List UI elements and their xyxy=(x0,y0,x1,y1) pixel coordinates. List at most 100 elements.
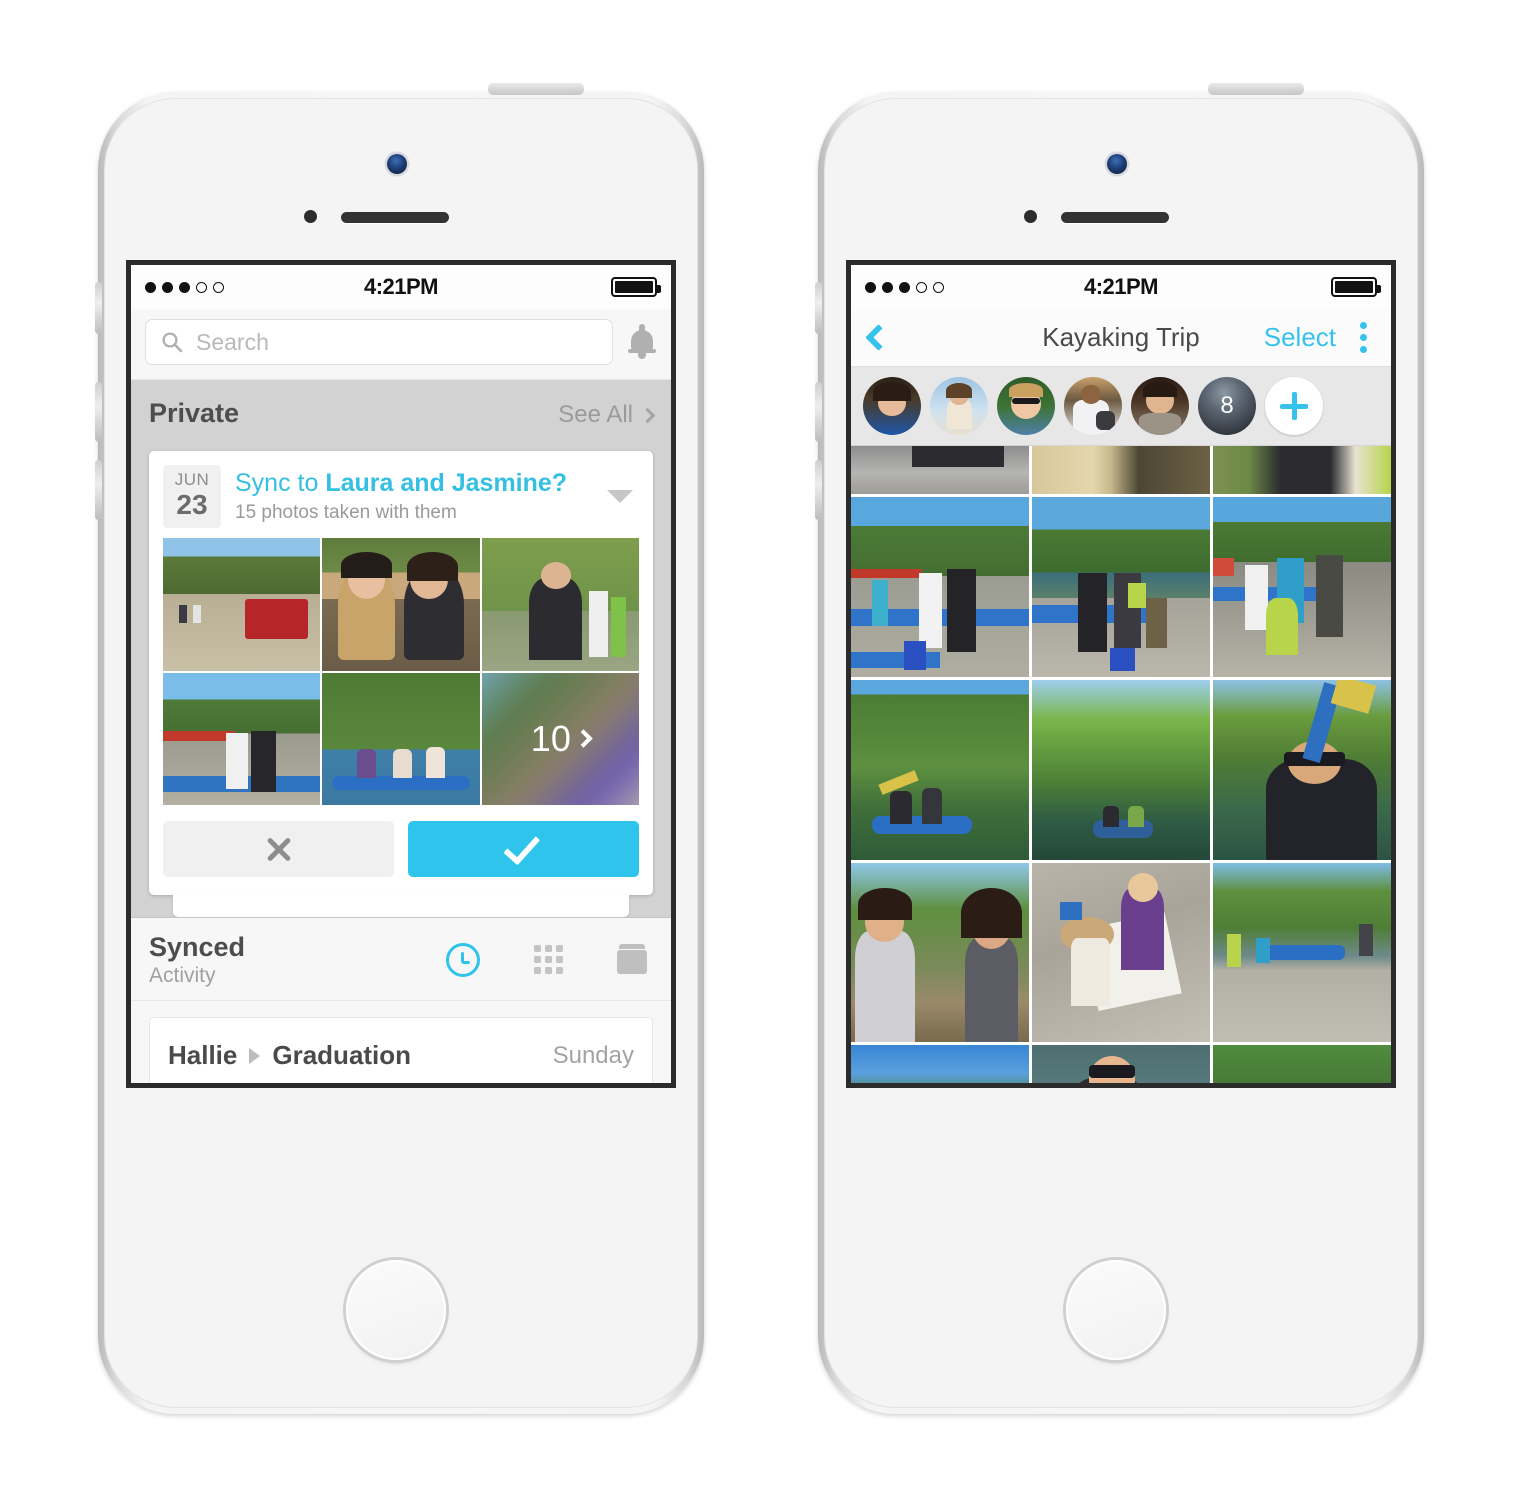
bell-icon[interactable] xyxy=(627,324,657,359)
add-member-button[interactable] xyxy=(1265,377,1323,435)
avatar[interactable] xyxy=(1131,377,1189,435)
overflow-count-label: 8 xyxy=(1220,392,1234,419)
sync-photo-thumb[interactable] xyxy=(163,672,321,805)
sync-title-names: Laura and Jasmine? xyxy=(325,469,568,498)
album-photo[interactable] xyxy=(851,679,1029,860)
sync-photo-thumb[interactable] xyxy=(322,538,480,671)
avatar-overflow-count[interactable]: 8 xyxy=(1198,377,1256,435)
screen-right: 4:21PM Kayaking Trip Select 8 xyxy=(846,260,1396,1088)
more-photos-count: 10 xyxy=(530,717,571,759)
status-clock-left: 4:21PM xyxy=(363,274,439,299)
private-title: Private xyxy=(149,398,240,428)
member-avatar-row: 8 xyxy=(851,367,1391,446)
activity-day: Sunday xyxy=(552,1041,634,1069)
volume-up-button-right[interactable] xyxy=(815,382,822,442)
dismiss-sync-button[interactable] xyxy=(163,820,394,877)
sync-card-wrapper: JUN 23 Sync to Laura and Jasmine? 15 pho… xyxy=(131,439,671,917)
sync-card-title: Sync to Laura and Jasmine? xyxy=(235,468,593,499)
album-photo-grid xyxy=(851,446,1391,1083)
synced-title: Synced xyxy=(149,931,246,962)
home-button-left[interactable] xyxy=(346,1260,446,1360)
sync-card-header: JUN 23 Sync to Laura and Jasmine? 15 pho… xyxy=(149,451,653,538)
album-photo[interactable] xyxy=(1213,497,1391,677)
accept-sync-button[interactable] xyxy=(408,820,639,877)
box-stack-icon[interactable] xyxy=(617,943,647,976)
clock-icon[interactable] xyxy=(446,942,480,977)
mute-switch-right[interactable] xyxy=(815,282,822,334)
proximity-sensor-right xyxy=(1024,210,1037,223)
album-photo[interactable] xyxy=(1213,862,1391,1043)
avatar[interactable] xyxy=(863,377,921,435)
avatar[interactable] xyxy=(1064,377,1122,435)
next-card-peek xyxy=(173,894,629,917)
status-bar-left: 4:21PM xyxy=(131,265,671,309)
battery-icon-left xyxy=(611,277,661,297)
album-navbar: Kayaking Trip Select xyxy=(851,309,1391,367)
activity-owner: Hallie xyxy=(168,1040,238,1070)
screenshot-stage: 4:21PM Search Private See All JUN 23 Syn… xyxy=(0,0,1522,1504)
album-photo[interactable] xyxy=(851,446,1029,495)
album-photo[interactable] xyxy=(1032,679,1210,860)
album-photo[interactable] xyxy=(1213,679,1391,860)
more-photos-overlay: 10 xyxy=(482,673,639,805)
sync-card-photo-grid: 10 xyxy=(149,538,653,805)
sync-title-prefix: Sync to xyxy=(235,469,326,498)
kebab-menu-icon[interactable] xyxy=(1354,318,1373,357)
album-photo[interactable] xyxy=(1032,1045,1210,1083)
earpiece-speaker-right xyxy=(1061,212,1169,223)
power-button-right[interactable] xyxy=(1208,83,1304,95)
search-placeholder: Search xyxy=(196,328,269,355)
date-badge: JUN 23 xyxy=(163,465,221,529)
home-button-right[interactable] xyxy=(1066,1260,1166,1360)
date-month: JUN xyxy=(174,470,210,489)
checkmark-icon xyxy=(502,827,540,866)
volume-up-button-left[interactable] xyxy=(95,382,102,442)
activity-card[interactable]: Hallie Graduation Sunday xyxy=(149,1017,653,1083)
sync-photo-thumb[interactable] xyxy=(481,538,639,671)
sync-photo-more[interactable]: 10 xyxy=(481,672,639,805)
phone-device-right: 4:21PM Kayaking Trip Select 8 xyxy=(815,83,1424,1414)
album-photo[interactable] xyxy=(851,497,1029,677)
front-camera-right xyxy=(1107,154,1127,174)
sync-photo-thumb[interactable] xyxy=(163,538,321,671)
avatar[interactable] xyxy=(930,377,988,435)
power-button-left[interactable] xyxy=(488,83,584,95)
plus-icon xyxy=(1280,392,1308,420)
activity-card-header: Hallie Graduation Sunday xyxy=(150,1018,652,1083)
status-bar-right: 4:21PM xyxy=(851,265,1391,309)
chevron-right-icon xyxy=(574,729,593,748)
avatar[interactable] xyxy=(997,377,1055,435)
album-photo[interactable] xyxy=(1032,862,1210,1043)
sync-suggestion-card: JUN 23 Sync to Laura and Jasmine? 15 pho… xyxy=(149,451,653,895)
search-input[interactable]: Search xyxy=(145,319,613,365)
album-photo[interactable] xyxy=(1032,497,1210,677)
front-camera-left xyxy=(387,154,407,174)
battery-icon-right xyxy=(1331,277,1381,297)
status-clock-right: 4:21PM xyxy=(1083,274,1159,299)
mute-switch-left[interactable] xyxy=(95,282,102,334)
volume-down-button-right[interactable] xyxy=(815,460,822,520)
grid-icon[interactable] xyxy=(534,945,563,975)
album-photo[interactable] xyxy=(1032,446,1210,495)
album-photo[interactable] xyxy=(851,862,1029,1043)
album-photo[interactable] xyxy=(1213,446,1391,495)
caret-down-icon[interactable] xyxy=(607,490,633,504)
sync-photo-thumb[interactable] xyxy=(322,672,480,805)
screen-left: 4:21PM Search Private See All JUN 23 Syn… xyxy=(126,260,676,1088)
volume-down-button-left[interactable] xyxy=(95,460,102,520)
select-button[interactable]: Select xyxy=(1264,322,1336,353)
date-day: 23 xyxy=(176,488,208,520)
phone-device-left: 4:21PM Search Private See All JUN 23 Syn… xyxy=(95,83,704,1414)
album-photo[interactable] xyxy=(1213,1045,1391,1083)
chevron-right-icon xyxy=(639,407,656,423)
chevron-left-icon[interactable] xyxy=(865,324,892,351)
synced-section-header: Synced Activity xyxy=(131,916,671,1001)
synced-subtitle: Activity xyxy=(149,963,216,987)
search-bar-row: Search xyxy=(131,309,671,380)
see-all-button[interactable]: See All xyxy=(558,401,656,429)
synced-view-tabs xyxy=(446,942,653,977)
sync-card-actions xyxy=(149,805,653,895)
activity-feed: Hallie Graduation Sunday xyxy=(131,1001,671,1083)
album-photo[interactable] xyxy=(851,1045,1029,1083)
search-icon xyxy=(162,332,183,353)
